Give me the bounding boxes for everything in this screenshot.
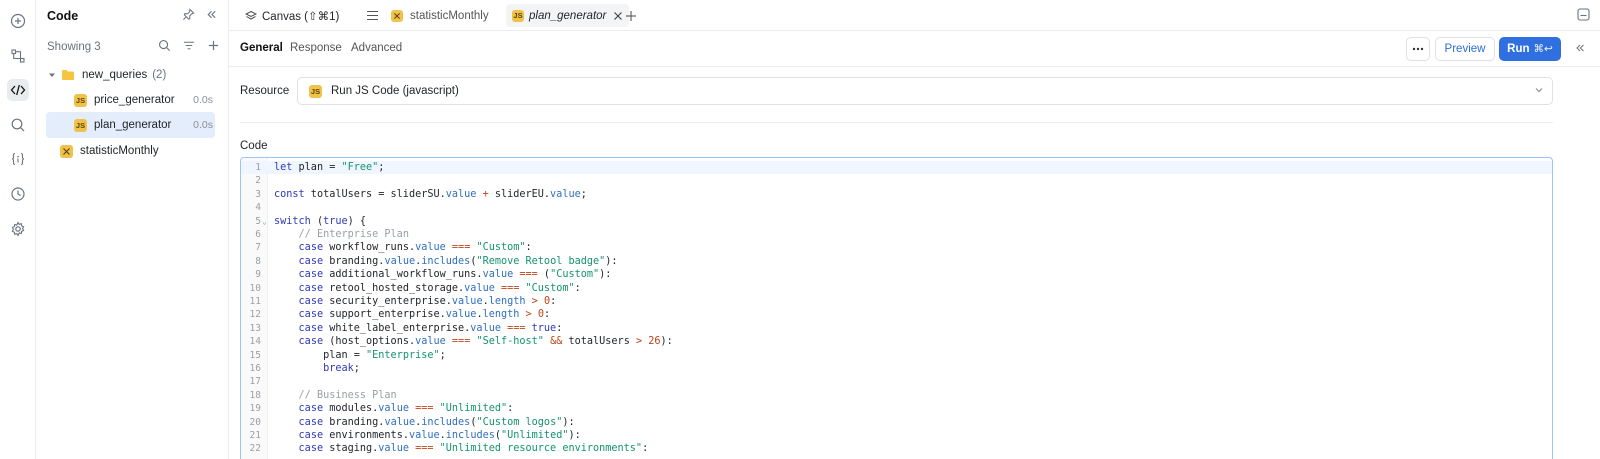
code-line: 19 case modules.value === "Unlimited": bbox=[249, 403, 514, 415]
search-icon[interactable] bbox=[158, 39, 171, 52]
code-line: 4 bbox=[255, 202, 261, 214]
add-icon[interactable] bbox=[7, 10, 29, 32]
code-line: 18 // Business Plan bbox=[249, 389, 397, 401]
code-line: 3 const totalUsers = sliderSU.value + sli… bbox=[255, 188, 587, 200]
code-line: 13 case white_label_enterprise.value ===… bbox=[249, 322, 563, 334]
preview-button[interactable]: Preview bbox=[1435, 37, 1495, 61]
query-name: plan_generator bbox=[94, 119, 172, 131]
icon-rail bbox=[0, 0, 36, 459]
workflow-row-statistic-monthly[interactable]: statisticMonthly bbox=[60, 138, 215, 164]
tab-advanced[interactable]: Advanced bbox=[351, 42, 402, 54]
code-icon[interactable] bbox=[7, 79, 29, 101]
state-icon[interactable] bbox=[7, 148, 29, 170]
code-line: 6 // Enterprise Plan bbox=[255, 229, 409, 240]
code-line: 20 case branding.value.includes("Custom … bbox=[249, 416, 575, 428]
panel-title: Code bbox=[47, 9, 79, 23]
folder-row[interactable]: new_queries (2) bbox=[48, 62, 215, 88]
code-line: 12 case support_enterprise.value.length … bbox=[249, 309, 551, 321]
layers-icon bbox=[245, 10, 257, 22]
js-badge-icon: JS bbox=[74, 93, 87, 107]
showing-count: Showing 3 bbox=[47, 41, 101, 53]
query-row-price-generator[interactable]: JS price_generator 0.0s bbox=[74, 87, 215, 113]
folder-count: (2) bbox=[152, 69, 167, 81]
code-line: 16 break; bbox=[249, 363, 360, 374]
workflow-name: statisticMonthly bbox=[80, 145, 159, 157]
code-line: 1 let plan = "Free"; bbox=[241, 161, 1552, 175]
tab-statistic-monthly[interactable]: statisticMonthly bbox=[391, 0, 489, 31]
settings-icon[interactable] bbox=[7, 218, 29, 240]
folder-name: new_queries bbox=[82, 69, 148, 81]
code-line: 10 case retool_hosted_storage.value === … bbox=[249, 282, 581, 294]
code-line: 9 case additional_workflow_runs.value ==… bbox=[255, 269, 612, 281]
collapse-right-icon[interactable] bbox=[1574, 42, 1586, 54]
collapse-left-icon[interactable] bbox=[205, 8, 218, 21]
js-badge-icon: JS bbox=[512, 9, 524, 22]
code-line: 22 case staging.value === "Unlimited res… bbox=[249, 443, 649, 455]
code-label: Code bbox=[240, 140, 268, 152]
code-line: 11 case security_enterprise.value.length… bbox=[249, 296, 557, 307]
tab-plan-generator[interactable]: JS plan_generator bbox=[506, 4, 630, 27]
divider bbox=[240, 122, 1553, 123]
code-line: 5 ⌄ switch (true) { bbox=[255, 215, 367, 227]
workflow-badge-icon bbox=[391, 9, 403, 22]
code-line: 17 bbox=[249, 376, 261, 388]
code-line: 7 case workflow_runs.value === "Custom": bbox=[255, 242, 532, 254]
js-badge-icon: JS bbox=[74, 118, 87, 132]
code-line: 2 bbox=[255, 175, 261, 187]
query-duration: 0.0s bbox=[193, 119, 213, 131]
menu-icon[interactable] bbox=[366, 0, 379, 31]
fold-chevron-icon: ⌄ bbox=[262, 216, 267, 226]
tab-canvas[interactable]: Canvas (⇧⌘1) bbox=[245, 0, 339, 31]
code-line: 8 case branding.value.includes("Remove R… bbox=[255, 255, 618, 267]
query-subheader: General Response Advanced Preview Run ⌘↩ bbox=[229, 31, 1600, 67]
history-icon[interactable] bbox=[7, 183, 29, 205]
code-editor[interactable]: 1 let plan = "Free"; 2 3 const totalUsers … bbox=[240, 157, 1553, 459]
run-button[interactable]: Run ⌘↩ bbox=[1499, 37, 1561, 61]
resource-value: Run JS Code (javascript) bbox=[331, 85, 459, 97]
filter-icon[interactable] bbox=[182, 39, 196, 52]
query-row-plan-generator[interactable]: JS plan_generator 0.0s bbox=[46, 112, 215, 138]
workflow-badge-icon bbox=[60, 144, 73, 158]
code-line: 15 plan = "Enterprise"; bbox=[249, 349, 446, 361]
code-line: 21 case environments.value.includes("Unl… bbox=[249, 430, 581, 441]
query-name: price_generator bbox=[94, 94, 175, 106]
more-options-button[interactable] bbox=[1406, 37, 1430, 61]
add-tab-icon[interactable] bbox=[625, 0, 637, 31]
add-icon[interactable] bbox=[207, 39, 220, 52]
query-duration: 0.0s bbox=[193, 94, 213, 106]
code-line: 14 case (host_options.value === "Self-ho… bbox=[249, 336, 673, 348]
tab-general[interactable]: General bbox=[240, 42, 283, 54]
workflow-icon[interactable] bbox=[7, 45, 29, 67]
resource-select[interactable]: JS Run JS Code (javascript) bbox=[297, 77, 1553, 105]
tab-response[interactable]: Response bbox=[290, 42, 342, 54]
code-panel: Code Showing 3 new_queries (2) JS price_… bbox=[36, 0, 229, 459]
folder-icon bbox=[61, 69, 75, 81]
panel-toggle-icon[interactable] bbox=[1577, 8, 1590, 21]
search-icon[interactable] bbox=[7, 114, 29, 136]
resource-label: Resource bbox=[240, 85, 290, 97]
chevron-down-icon bbox=[48, 71, 56, 79]
pin-icon[interactable] bbox=[182, 8, 195, 21]
chevron-down-icon bbox=[1534, 85, 1544, 95]
close-icon[interactable] bbox=[613, 11, 623, 21]
tab-bar: Canvas (⇧⌘1) statisticMonthly JS plan_ge… bbox=[229, 0, 1600, 31]
js-badge-icon: JS bbox=[309, 84, 322, 98]
